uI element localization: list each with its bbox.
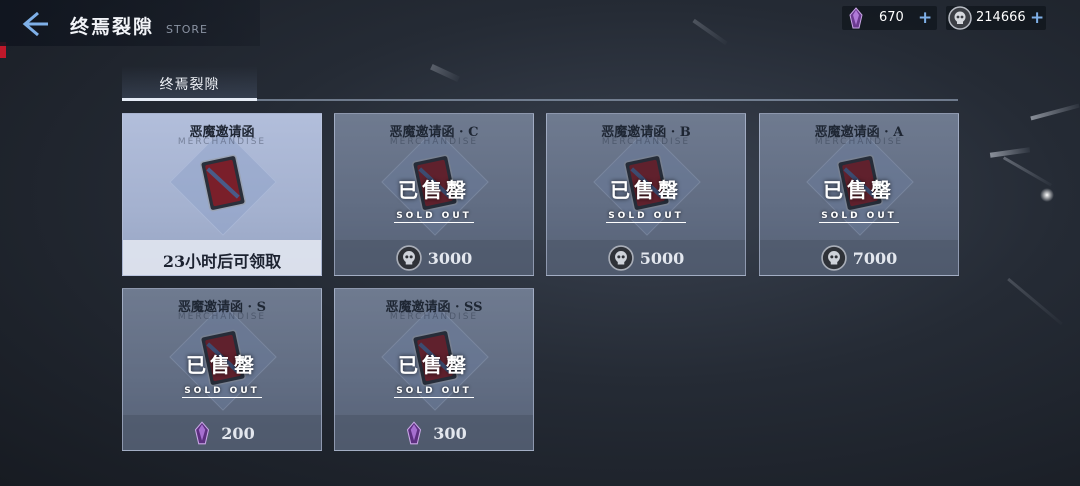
page-title: 终焉裂隙 bbox=[70, 16, 155, 38]
sold-out-en: SOLD OUT bbox=[819, 211, 899, 223]
claim-bar: 23小时后可领取 bbox=[123, 240, 321, 275]
price-bar: 5000 bbox=[547, 240, 745, 275]
sold-out-overlay: 已售罄 SOLD OUT bbox=[335, 349, 533, 398]
glass-shard bbox=[692, 18, 728, 46]
add-gem-button[interactable]: + bbox=[918, 8, 932, 28]
price-value: 5000 bbox=[639, 248, 685, 268]
sold-out-overlay: 已售罄 SOLD OUT bbox=[547, 174, 745, 223]
skull-coin-icon bbox=[396, 245, 422, 271]
sold-out-overlay: 已售罄 SOLD OUT bbox=[760, 174, 958, 223]
gem-count: 670 bbox=[879, 10, 904, 25]
sold-out-overlay: 已售罄 SOLD OUT bbox=[123, 349, 321, 398]
price-bar: 300 bbox=[335, 415, 533, 450]
sold-out-cn: 已售罄 bbox=[823, 178, 895, 202]
skull-coin-icon bbox=[608, 245, 634, 271]
sold-out-en: SOLD OUT bbox=[606, 211, 686, 223]
store-card[interactable]: 恶魔邀请函 · A MERCHANDISE 已售罄 SOLD OUT 7000 bbox=[759, 113, 959, 276]
price-value: 300 bbox=[433, 423, 467, 443]
sold-out-cn: 已售罄 bbox=[398, 353, 470, 377]
back-button[interactable] bbox=[20, 10, 52, 38]
glass-shard bbox=[430, 63, 460, 83]
sold-out-en: SOLD OUT bbox=[394, 211, 474, 223]
skull-coin-icon bbox=[948, 6, 972, 30]
purple-crystal-icon bbox=[849, 7, 863, 29]
merchandise-label: MERCHANDISE bbox=[177, 137, 267, 147]
coin-currency: 214666 + bbox=[946, 6, 1046, 30]
tab-rift-store[interactable]: 终焉裂隙 bbox=[122, 66, 257, 100]
top-bar: 终焉裂隙 STORE bbox=[0, 0, 260, 46]
sold-out-cn: 已售罄 bbox=[398, 178, 470, 202]
price-bar: 200 bbox=[123, 415, 321, 450]
skull-coin-icon bbox=[821, 245, 847, 271]
store-card[interactable]: 恶魔邀请函 · SS MERCHANDISE 已售罄 SOLD OUT 300 bbox=[334, 288, 534, 451]
store-card[interactable]: 恶魔邀请函 · C MERCHANDISE 已售罄 SOLD OUT 3000 bbox=[334, 113, 534, 276]
glass-shard bbox=[989, 147, 1031, 158]
price-value: 200 bbox=[221, 423, 255, 443]
sold-out-en: SOLD OUT bbox=[182, 386, 262, 398]
tab-label: 终焉裂隙 bbox=[159, 77, 220, 93]
tab-active-indicator bbox=[122, 98, 257, 101]
sold-out-en: SOLD OUT bbox=[394, 386, 474, 398]
store-card[interactable]: 恶魔邀请函 MERCHANDISE 23小时后可领取 bbox=[122, 113, 322, 276]
gem-currency: 670 + bbox=[842, 6, 937, 30]
add-coin-button[interactable]: + bbox=[1030, 8, 1044, 28]
sparkle bbox=[1040, 188, 1054, 202]
page-subtitle: STORE bbox=[166, 23, 208, 36]
claim-timer: 23小时后可领取 bbox=[162, 252, 282, 271]
store-card[interactable]: 恶魔邀请函 · S MERCHANDISE 已售罄 SOLD OUT 200 bbox=[122, 288, 322, 451]
price-value: 3000 bbox=[427, 248, 473, 268]
price-value: 7000 bbox=[852, 248, 898, 268]
purple-crystal-icon bbox=[407, 421, 422, 445]
sold-out-overlay: 已售罄 SOLD OUT bbox=[335, 174, 533, 223]
back-arrow-icon bbox=[22, 11, 48, 37]
mystery-card-icon bbox=[200, 154, 246, 212]
price-bar: 3000 bbox=[335, 240, 533, 275]
store-card[interactable]: 恶魔邀请函 · B MERCHANDISE 已售罄 SOLD OUT 5000 bbox=[546, 113, 746, 276]
purple-crystal-icon bbox=[195, 421, 210, 445]
glass-shard bbox=[1002, 156, 1053, 187]
glass-shard bbox=[1007, 277, 1063, 326]
price-bar: 7000 bbox=[760, 240, 958, 275]
coin-count: 214666 bbox=[976, 10, 1026, 25]
glass-shard bbox=[1030, 103, 1080, 121]
sold-out-cn: 已售罄 bbox=[186, 353, 258, 377]
sold-out-cn: 已售罄 bbox=[610, 178, 682, 202]
